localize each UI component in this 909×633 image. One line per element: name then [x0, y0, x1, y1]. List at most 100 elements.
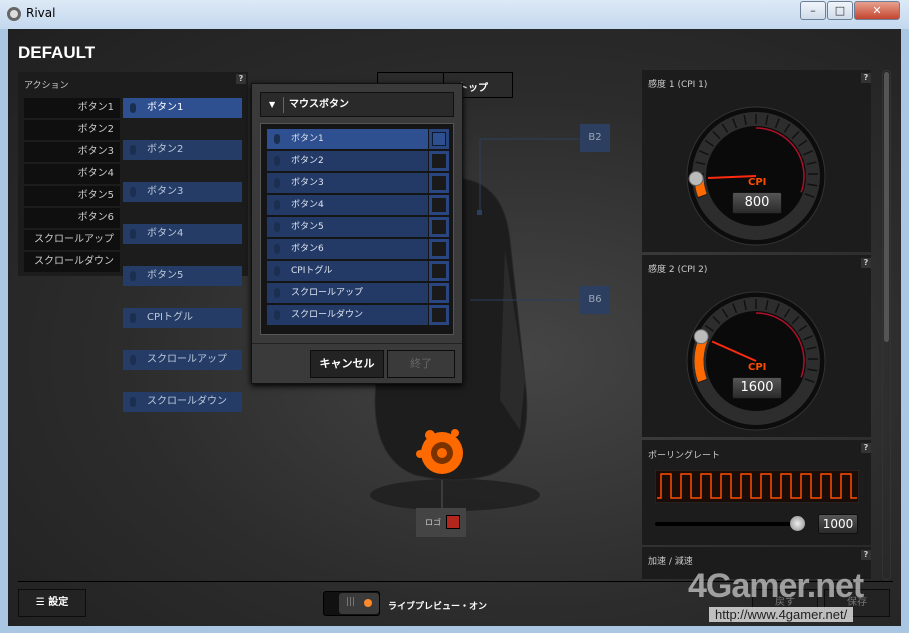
mouse-icon — [274, 222, 280, 232]
polling-slider-track[interactable] — [655, 522, 805, 526]
cpi2-label: CPI — [748, 362, 767, 373]
mouse-icon — [130, 271, 136, 281]
scrollbar-track[interactable] — [882, 70, 891, 580]
maximize-button[interactable]: □ — [827, 1, 853, 20]
help-button[interactable]: ? — [861, 73, 871, 83]
action-button-label: ボタン2 — [24, 120, 120, 140]
polling-title: ポーリングレート — [648, 451, 721, 461]
action-assignment[interactable]: CPIトグル — [123, 308, 242, 328]
list-item[interactable]: ボタン4 — [267, 195, 428, 215]
watermark-brand: 4Gamer.net — [688, 567, 864, 605]
action-label: スクロールアップ — [147, 354, 227, 365]
mouse-icon — [274, 178, 280, 188]
list-item-checkbox[interactable] — [429, 261, 449, 281]
list-item[interactable]: ボタン3 — [267, 173, 428, 193]
action-assignment[interactable]: スクロールダウン — [123, 392, 242, 412]
sensitivity1-panel: 感度 1 (CPI 1) ? CPI 800 — [642, 70, 871, 252]
list-item[interactable]: ボタン1 — [267, 129, 428, 149]
title-bar: Rival – □ ✕ — [0, 0, 909, 29]
mouse-icon — [130, 103, 136, 113]
action-button-label: ボタン6 — [24, 208, 120, 228]
mouse-icon — [130, 187, 136, 197]
logo-label: ロゴ — [425, 518, 441, 527]
action-assignment[interactable]: スクロールアップ — [123, 350, 242, 370]
cpi2-value-field[interactable]: 1600 — [732, 377, 782, 399]
logo-color-swatch[interactable] — [446, 515, 460, 529]
mouse-icon — [130, 229, 136, 239]
callout-lines — [470, 138, 580, 301]
list-item-checkbox[interactable] — [429, 129, 449, 149]
list-item-checkbox[interactable] — [429, 283, 449, 303]
list-item-checkbox[interactable] — [429, 305, 449, 325]
sensitivity2-title: 感度 2 (CPI 2) — [648, 265, 708, 275]
mouse-icon — [130, 313, 136, 323]
list-icon: ☰ — [35, 597, 45, 608]
accel-title: 加速 / 減速 — [648, 557, 693, 567]
sensitivity1-title: 感度 1 (CPI 1) — [648, 80, 708, 90]
actions-panel: アクション ? ボタン1 ボタン1 ボタン2 ボタン2 ボタン3 ボタン3 ボタン4 … — [18, 72, 248, 412]
list-item-label: ボタン4 — [291, 200, 324, 210]
help-button[interactable]: ? — [861, 443, 871, 453]
dropdown-arrow-icon: ▼ — [269, 100, 276, 109]
tag-b2[interactable]: B2 — [580, 124, 610, 152]
page-title: DEFAULT — [18, 43, 96, 62]
mouse-icon — [130, 355, 136, 365]
action-assignment[interactable]: ボタン5 — [123, 266, 242, 286]
cpi1-value-field[interactable]: 800 — [732, 192, 782, 214]
help-button[interactable]: ? — [236, 74, 246, 84]
mouse-icon — [274, 288, 280, 298]
list-item-checkbox[interactable] — [429, 217, 449, 237]
mouse-icon — [274, 156, 280, 166]
list-item-label: CPIトグル — [291, 266, 333, 276]
polling-value-field[interactable]: 1000 — [818, 514, 858, 534]
list-item[interactable]: スクロールダウン — [267, 305, 428, 325]
minimize-button[interactable]: – — [800, 1, 826, 20]
live-preview-toggle[interactable]: ||| — [323, 591, 380, 616]
list-item-checkbox[interactable] — [429, 173, 449, 193]
tag-b6[interactable]: B6 — [580, 286, 610, 314]
list-item-label: ボタン2 — [291, 156, 324, 166]
mouse-button-popup: ▼ マウスボタン ボタン1 ボタン2 ボタン3 ボタン4 ボタン5 ボタン6 C… — [251, 83, 463, 384]
done-button[interactable]: 終了 — [387, 350, 455, 378]
scrollbar-thumb[interactable] — [884, 72, 889, 342]
action-label: ボタン5 — [147, 270, 184, 281]
action-label: ボタン3 — [147, 186, 184, 197]
list-item-label: ボタン3 — [291, 178, 324, 188]
list-item-label: スクロールアップ — [291, 288, 364, 298]
list-item[interactable]: スクロールアップ — [267, 283, 428, 303]
action-assignment[interactable]: ボタン1 — [123, 98, 242, 118]
action-label: スクロールダウン — [147, 396, 227, 407]
action-button-label: スクロールアップ — [24, 230, 120, 250]
window-title: Rival — [26, 6, 56, 20]
help-button[interactable]: ? — [861, 258, 871, 268]
help-button[interactable]: ? — [861, 550, 871, 560]
list-item-label: スクロールダウン — [291, 310, 364, 320]
category-dropdown[interactable]: ▼ マウスボタン — [260, 92, 454, 117]
led-icon — [364, 599, 372, 607]
cpi1-label: CPI — [748, 177, 767, 188]
action-assignment[interactable]: ボタン2 — [123, 140, 242, 160]
list-item-checkbox[interactable] — [429, 151, 449, 171]
dropdown-value: マウスボタン — [289, 99, 349, 110]
list-item[interactable]: ボタン6 — [267, 239, 428, 259]
settings-button[interactable]: ☰ 設定 — [18, 589, 86, 617]
cancel-button[interactable]: キャンセル — [310, 350, 384, 378]
close-button[interactable]: ✕ — [854, 1, 900, 20]
list-item[interactable]: CPIトグル — [267, 261, 428, 281]
action-assignment[interactable]: ボタン3 — [123, 182, 242, 202]
list-item-checkbox[interactable] — [429, 195, 449, 215]
logo-zone[interactable]: ロゴ — [416, 508, 466, 537]
action-button-label: ボタン3 — [24, 142, 120, 162]
action-label: ボタン2 — [147, 144, 184, 155]
action-button-label: ボタン4 — [24, 164, 120, 184]
list-item[interactable]: ボタン2 — [267, 151, 428, 171]
action-label: ボタン1 — [147, 102, 184, 113]
mouse-icon — [274, 134, 280, 144]
actions-title: アクション — [24, 81, 69, 91]
app-icon — [7, 7, 21, 21]
watermark-url: http://www.4gamer.net/ — [709, 607, 854, 622]
list-item[interactable]: ボタン5 — [267, 217, 428, 237]
polling-slider-handle[interactable] — [790, 516, 805, 531]
list-item-checkbox[interactable] — [429, 239, 449, 259]
action-assignment[interactable]: ボタン4 — [123, 224, 242, 244]
